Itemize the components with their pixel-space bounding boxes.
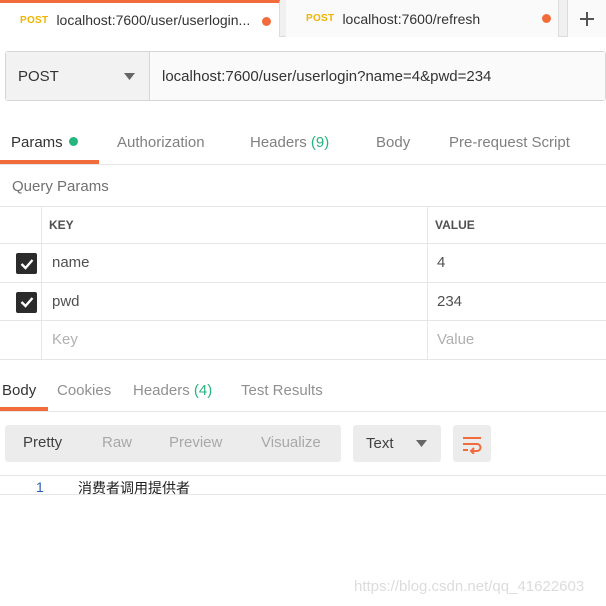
url-input[interactable]: localhost:7600/user/userlogin?name=4&pwd… [150, 52, 605, 100]
param-checkbox[interactable] [16, 291, 37, 313]
value-column-header: VALUE [435, 218, 475, 232]
response-tab-test-results[interactable]: Test Results [241, 382, 323, 399]
tab-headers[interactable]: Headers (9) [250, 134, 329, 151]
response-tab-cookies[interactable]: Cookies [57, 382, 111, 399]
response-headers-count: (4) [193, 382, 213, 399]
param-value-field[interactable]: 234 [428, 283, 606, 321]
table-row-new: Key Value [0, 321, 606, 360]
headers-count: (9) [310, 134, 330, 151]
response-type-dropdown[interactable]: Text [353, 425, 441, 462]
wrap-lines-button[interactable] [453, 425, 491, 462]
param-value-field[interactable]: 4 [428, 244, 606, 282]
query-params-title: Query Params [12, 178, 109, 195]
row-check-cell [0, 244, 42, 282]
tab-headers-label: Headers [250, 134, 307, 151]
plus-icon [580, 11, 594, 26]
active-dot-icon [68, 137, 78, 146]
method-dropdown[interactable]: POST [6, 52, 150, 100]
response-body-editor[interactable]: 1 消费者调用提供者 [0, 475, 606, 497]
pretty-button[interactable]: Pretty [23, 434, 62, 451]
tab-method-label: POST [306, 13, 335, 24]
check-icon [20, 258, 33, 270]
line-number: 1 [36, 479, 44, 495]
key-column-header: KEY [42, 207, 428, 243]
request-tab-userlogin[interactable]: POST localhost:7600/user/userlogin... [0, 0, 280, 37]
new-key-input[interactable]: Key [42, 321, 428, 359]
param-key-field[interactable]: name [42, 244, 428, 282]
preview-button[interactable]: Preview [169, 434, 222, 451]
tab-url-label: localhost:7600/user/userlogin... [56, 12, 251, 28]
tab-authorization[interactable]: Authorization [117, 134, 205, 151]
visualize-button[interactable]: Visualize [261, 434, 321, 451]
response-type-value: Text [366, 435, 394, 452]
tab-params-label: Params [11, 134, 63, 151]
param-key-field[interactable]: pwd [42, 282, 428, 320]
row-check-cell [0, 321, 42, 359]
unsaved-dot-icon [262, 17, 271, 26]
active-tab-indicator [0, 160, 99, 164]
check-icon [20, 297, 33, 308]
table-row: pwd 234 [0, 282, 606, 321]
unsaved-dot-icon [542, 14, 551, 23]
method-value: POST [18, 67, 59, 85]
request-bar: POST localhost:7600/user/userlogin?name=… [5, 51, 606, 101]
tab-url-label: localhost:7600/refresh [342, 10, 481, 27]
raw-button[interactable]: Raw [102, 434, 132, 451]
format-toggle-group: Pretty Raw Preview Visualize [5, 425, 341, 462]
tab-body[interactable]: Body [376, 134, 410, 151]
response-tabs: Body Cookies Headers (4) Test Results [0, 370, 606, 412]
table-row: name 4 [0, 244, 606, 283]
wrap-lines-icon [463, 436, 482, 454]
param-checkbox[interactable] [16, 253, 37, 274]
new-tab-button[interactable] [567, 0, 606, 37]
row-check-cell [0, 282, 42, 320]
request-config-tabs: Params Authorization Headers (9) Body Pr… [0, 124, 606, 165]
watermark: https://blog.csdn.net/qq_41622603 [354, 578, 585, 595]
response-tab-body[interactable]: Body [2, 382, 36, 399]
tab-prerequest-script[interactable]: Pre-request Script [449, 134, 570, 151]
tab-method-label: POST [20, 14, 49, 26]
response-headers-label: Headers [133, 382, 190, 399]
new-value-input[interactable]: Value [428, 321, 606, 359]
chevron-down-icon [416, 440, 427, 447]
query-params-table: KEY VALUE name 4 pwd 234 Key Value [0, 206, 606, 360]
chevron-down-icon [124, 73, 135, 80]
response-text: 消费者调用提供者 [78, 481, 190, 497]
response-active-tab-indicator [0, 407, 48, 411]
header-check-cell [0, 207, 42, 243]
tab-params[interactable]: Params [11, 134, 78, 151]
request-tab-refresh[interactable]: POST localhost:7600/refresh [286, 0, 559, 37]
request-tab-bar: POST localhost:7600/user/userlogin... PO… [0, 0, 606, 37]
table-header-row: KEY VALUE [0, 206, 606, 244]
response-tab-headers[interactable]: Headers (4) [133, 382, 212, 399]
